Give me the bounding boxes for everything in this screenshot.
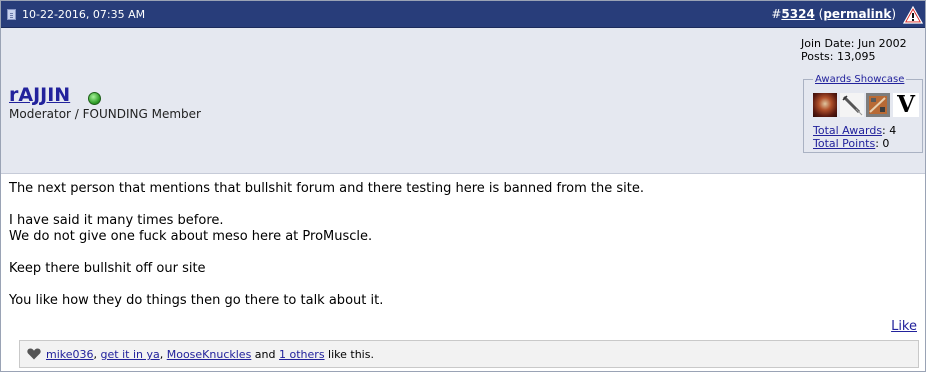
message-line: Keep there bullshit off our site xyxy=(9,261,206,276)
liker-link[interactable]: MooseKnuckles xyxy=(167,348,252,361)
join-date: Join Date: Jun 2002 xyxy=(801,37,907,50)
message-line: You like how they do things then go ther… xyxy=(9,293,384,308)
permalink-close: ) xyxy=(891,7,896,21)
user-info-panel: rAJJIN Moderator / FOUNDING Member Join … xyxy=(1,28,925,174)
others-link[interactable]: 1 others xyxy=(279,348,325,361)
total-awards-row: Total Awards: 4 xyxy=(813,124,896,137)
total-points-link[interactable]: Total Points xyxy=(813,137,875,150)
post-number-link[interactable]: 5324 xyxy=(781,7,814,21)
likes-summary: mike036, get it in ya, MooseKnuckles and… xyxy=(19,340,919,368)
award-syringe-icon[interactable] xyxy=(840,93,864,117)
warning-triangle-icon[interactable] xyxy=(903,6,923,24)
award-totals: Total Awards: 4 Total Points: 0 xyxy=(813,124,896,150)
total-awards-link[interactable]: Total Awards xyxy=(813,124,882,137)
post-count: Posts: 13,095 xyxy=(801,50,876,63)
message-line: We do not give one fuck about meso here … xyxy=(9,229,373,244)
user-title: Moderator / FOUNDING Member xyxy=(9,107,201,121)
total-points-value: : 0 xyxy=(875,137,890,150)
total-points-row: Total Points: 0 xyxy=(813,137,896,150)
award-emblem-icon[interactable] xyxy=(813,93,837,117)
likers-text: mike036, get it in ya, MooseKnuckles and… xyxy=(46,348,374,361)
award-letter-v-icon[interactable]: V xyxy=(893,93,919,117)
awards-showcase-link[interactable]: Awards Showcase xyxy=(813,74,907,85)
total-awards-value: : 4 xyxy=(882,124,897,137)
post-number-group: #5324 (permalink) xyxy=(771,7,896,21)
permalink-link[interactable]: permalink xyxy=(823,7,891,21)
online-dot-icon xyxy=(88,92,101,105)
like-button[interactable]: Like xyxy=(891,319,917,334)
award-camo-icon[interactable] xyxy=(866,93,890,117)
message-line: I have said it many times before. xyxy=(9,213,224,228)
user-stats: Join Date: Jun 2002 Posts: 13,095 xyxy=(801,37,907,63)
post-date: 10-22-2016, 07:35 AM xyxy=(22,8,146,21)
post-status-icon xyxy=(7,9,16,20)
liker-link[interactable]: mike036 xyxy=(46,348,94,361)
liker-link[interactable]: get it in ya xyxy=(101,348,160,361)
forum-post: 10-22-2016, 07:35 AM #5324 (permalink) r… xyxy=(0,0,926,372)
username-link[interactable]: rAJJIN xyxy=(9,84,70,106)
post-header-bar: 10-22-2016, 07:35 AM #5324 (permalink) xyxy=(1,1,925,28)
message-line: The next person that mentions that bulls… xyxy=(9,181,644,196)
heart-icon xyxy=(27,348,41,360)
post-number-prefix: # xyxy=(771,7,782,21)
awards-showcase: Awards Showcase V Total Awards: 4 Total … xyxy=(803,74,923,153)
post-message: The next person that mentions that bulls… xyxy=(9,181,909,309)
